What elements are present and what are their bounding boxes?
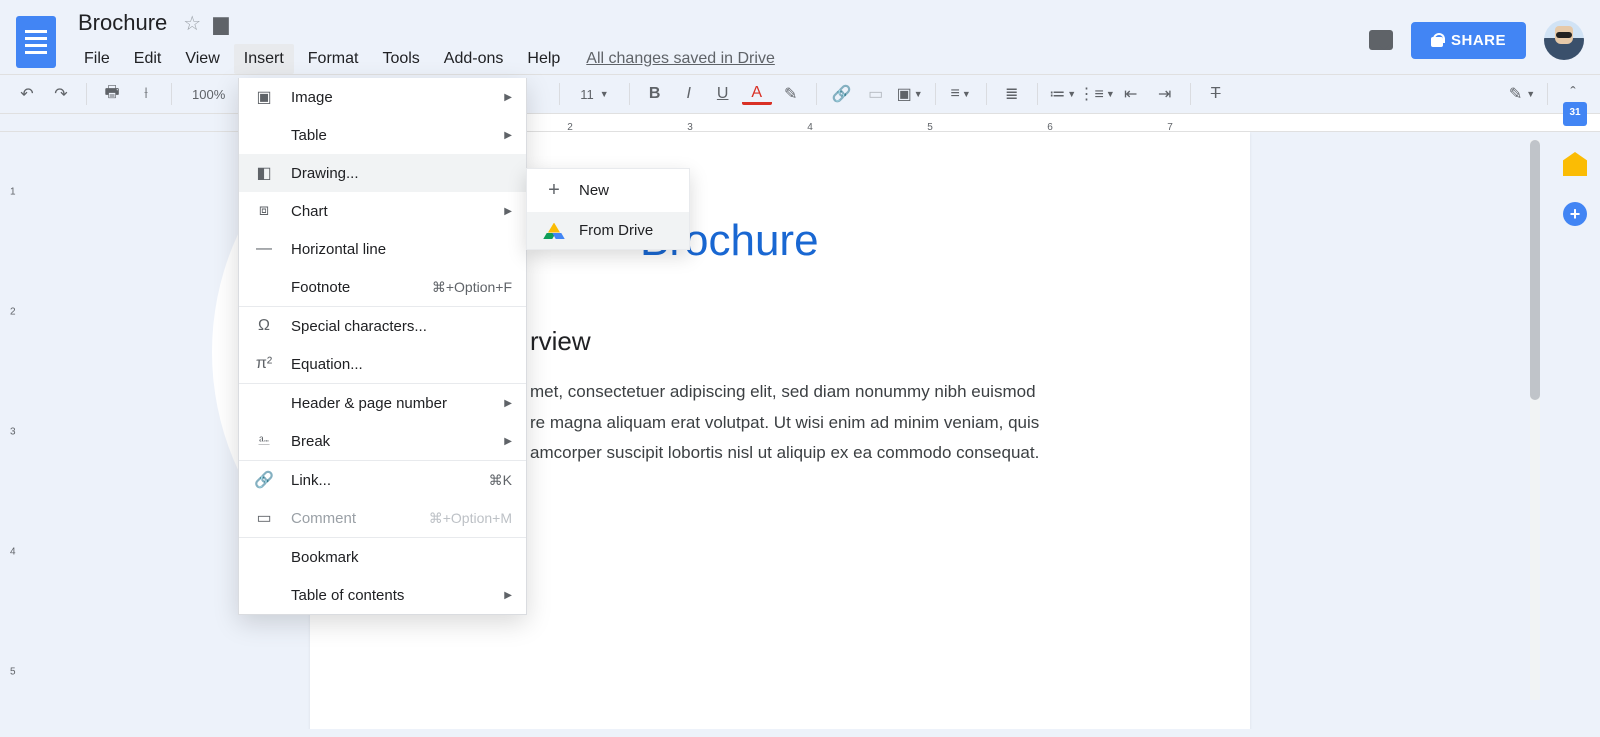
chevron-right-icon: ▶ — [504, 590, 512, 601]
side-panel: + — [1550, 82, 1600, 226]
print-button[interactable]: 🖶 — [97, 80, 127, 108]
chevron-right-icon: ▶ — [504, 92, 512, 103]
keep-icon[interactable] — [1563, 152, 1587, 176]
lock-icon — [1431, 33, 1443, 47]
calendar-icon[interactable] — [1563, 102, 1587, 126]
drawing-new[interactable]: + New — [527, 169, 689, 212]
star-icon[interactable]: ☆ — [183, 11, 201, 36]
comments-icon[interactable] — [1369, 30, 1393, 50]
text-color-button[interactable]: A — [742, 83, 772, 105]
omega-icon: Ω — [253, 316, 275, 336]
editing-mode-button[interactable]: ✎▼ — [1507, 80, 1537, 108]
chevron-right-icon: ▶ — [504, 436, 512, 447]
save-status[interactable]: All changes saved in Drive — [574, 44, 787, 74]
chevron-right-icon: ▶ — [504, 398, 512, 409]
folder-icon[interactable]: ▆ — [213, 11, 228, 36]
drawing-icon: ◧ — [253, 163, 275, 183]
link-icon: 🔗 — [253, 470, 275, 490]
plus-icon: + — [543, 179, 565, 202]
chevron-right-icon: ▶ — [504, 130, 512, 141]
document-title[interactable]: Brochure — [74, 8, 171, 38]
drawing-from-drive[interactable]: From Drive — [527, 212, 689, 249]
redo-button[interactable]: ↷ — [46, 80, 76, 108]
insert-equation[interactable]: π² Equation... — [239, 345, 526, 383]
numbered-list-button[interactable]: ≔▼ — [1048, 80, 1078, 108]
menu-view[interactable]: View — [175, 44, 229, 74]
menu-addons[interactable]: Add-ons — [434, 44, 514, 74]
vertical-scrollbar[interactable] — [1530, 140, 1540, 700]
share-button[interactable]: SHARE — [1411, 22, 1526, 59]
pi-icon: π² — [253, 354, 275, 374]
drive-icon — [543, 223, 565, 239]
insert-comment-button[interactable]: ▭ — [861, 80, 891, 108]
insert-special-chars[interactable]: Ω Special characters... — [239, 307, 526, 345]
insert-drawing[interactable]: ◧ Drawing... — [239, 154, 526, 192]
bold-button[interactable]: B — [640, 80, 670, 108]
clear-formatting-button[interactable]: T — [1201, 80, 1231, 108]
scroll-thumb[interactable] — [1530, 140, 1540, 400]
insert-toc[interactable]: Table of contents ▶ — [239, 576, 526, 614]
hr-icon: — — [253, 239, 275, 259]
indent-button[interactable]: ⇥ — [1150, 80, 1180, 108]
menu-file[interactable]: File — [74, 44, 120, 74]
add-app-icon[interactable]: + — [1563, 202, 1587, 226]
insert-dropdown: ▣ Image ▶ Table ▶ ◧ Drawing... ⧈ Chart ▶… — [238, 78, 527, 615]
paint-format-button[interactable]: ⟊ — [131, 80, 161, 108]
app-header: Brochure ☆ ▆ File Edit View Insert Forma… — [0, 0, 1600, 74]
break-icon: ⎁ — [253, 431, 275, 451]
comment-icon: ▭ — [253, 508, 275, 528]
insert-image[interactable]: ▣ Image ▶ — [239, 78, 526, 116]
image-icon: ▣ — [253, 87, 275, 107]
menu-insert[interactable]: Insert — [234, 44, 294, 74]
chevron-right-icon: ▶ — [504, 206, 512, 217]
vertical-ruler[interactable]: 1 2 3 4 5 — [0, 132, 32, 729]
insert-link[interactable]: 🔗 Link... ⌘K — [239, 461, 526, 499]
drawing-submenu: + New From Drive — [526, 168, 690, 250]
menu-help[interactable]: Help — [517, 44, 570, 74]
menubar: File Edit View Insert Format Tools Add-o… — [74, 44, 1369, 74]
insert-header-page-number[interactable]: Header & page number ▶ — [239, 384, 526, 422]
outdent-button[interactable]: ⇤ — [1116, 80, 1146, 108]
highlight-button[interactable]: ✎ — [776, 80, 806, 108]
chevron-down-icon: ▼ — [600, 89, 609, 99]
line-spacing-button[interactable]: ≣ — [997, 80, 1027, 108]
menu-format[interactable]: Format — [298, 44, 369, 74]
insert-chart[interactable]: ⧈ Chart ▶ — [239, 192, 526, 230]
user-avatar[interactable] — [1544, 20, 1584, 60]
insert-image-button[interactable]: ▣▼ — [895, 80, 925, 108]
insert-footnote[interactable]: Footnote ⌘+Option+F — [239, 268, 526, 306]
chart-icon: ⧈ — [253, 201, 275, 221]
italic-button[interactable]: I — [674, 80, 704, 108]
insert-break[interactable]: ⎁ Break ▶ — [239, 422, 526, 460]
zoom-select[interactable]: 100% — [182, 83, 235, 106]
insert-comment: ▭ Comment ⌘+Option+M — [239, 499, 526, 537]
insert-link-button[interactable]: 🔗 — [827, 80, 857, 108]
docs-logo-icon[interactable] — [16, 16, 56, 68]
bulleted-list-button[interactable]: ⋮≡▼ — [1082, 80, 1112, 108]
insert-bookmark[interactable]: Bookmark — [239, 538, 526, 576]
insert-horizontal-line[interactable]: — Horizontal line — [239, 230, 526, 268]
menu-tools[interactable]: Tools — [372, 44, 429, 74]
share-label: SHARE — [1451, 32, 1506, 49]
menu-edit[interactable]: Edit — [124, 44, 172, 74]
font-size-select[interactable]: 11 ▼ — [570, 83, 618, 106]
align-button[interactable]: ≡▼ — [946, 80, 976, 108]
underline-button[interactable]: U — [708, 80, 738, 108]
undo-button[interactable]: ↶ — [12, 80, 42, 108]
insert-table[interactable]: Table ▶ — [239, 116, 526, 154]
